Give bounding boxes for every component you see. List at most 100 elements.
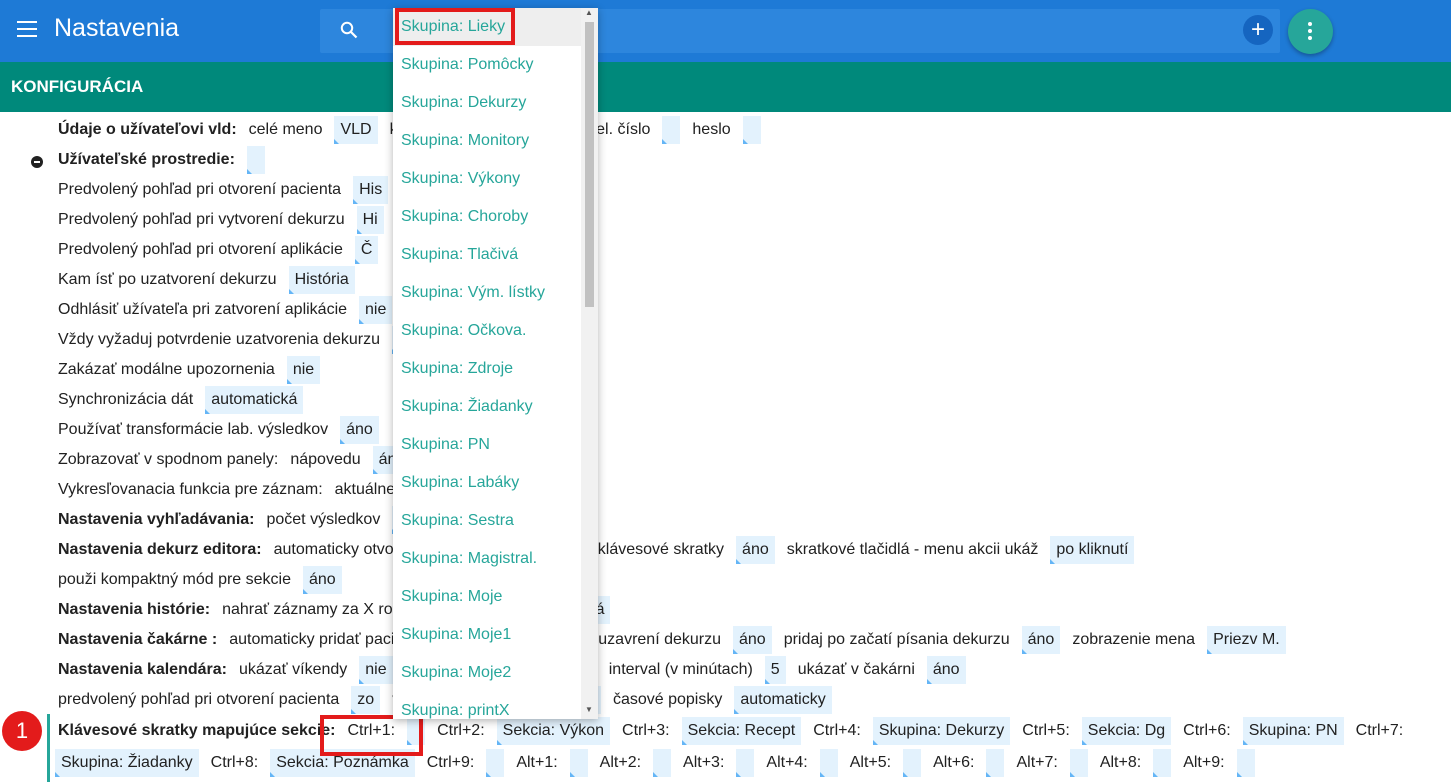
- settings-row: Odhlásiť užívateľa pri zatvorení aplikác…: [58, 295, 404, 325]
- step-badge: 1: [2, 711, 42, 751]
- setting-value[interactable]: Skupina: PN: [1242, 717, 1344, 745]
- setting-value[interactable]: [1236, 749, 1255, 777]
- dropdown-option[interactable]: Skupina: Výkony: [393, 160, 598, 198]
- setting-value[interactable]: His: [353, 176, 389, 204]
- setting-value[interactable]: automaticky: [734, 686, 832, 714]
- setting-value[interactable]: [569, 749, 588, 777]
- setting-label: Používať transformácie lab. výsledkov: [58, 421, 329, 438]
- setting-value[interactable]: [819, 749, 838, 777]
- setting-label: Alt+5:: [849, 754, 892, 771]
- setting-label: časové popisky: [612, 691, 723, 708]
- dropdown-option[interactable]: Skupina: Očkova.: [393, 312, 598, 350]
- setting-label: počet výsledkov: [266, 511, 381, 528]
- setting-label: automaticky otvor: [273, 541, 400, 558]
- setting-label: Vykresľovanacia funkcia pre záznam:: [58, 481, 323, 498]
- setting-label: Alt+7:: [1016, 754, 1058, 771]
- dropdown-option[interactable]: Skupina: Monitory: [393, 122, 598, 160]
- setting-value[interactable]: zo: [351, 686, 381, 714]
- setting-value[interactable]: [736, 749, 755, 777]
- setting-value[interactable]: [742, 116, 761, 144]
- dropdown-option[interactable]: Skupina: Moje: [393, 578, 598, 616]
- settings-row: Používať transformácie lab. výsledkov áno: [58, 415, 391, 445]
- setting-label: celé meno: [248, 121, 323, 138]
- setting-label: Alt+4:: [766, 754, 808, 771]
- more-vert-icon[interactable]: [1288, 9, 1333, 54]
- setting-label: Alt+9:: [1183, 754, 1225, 771]
- setting-value[interactable]: nie: [286, 356, 321, 384]
- settings-row: Zobrazovať v spodnom panely: nápovedu án: [58, 445, 414, 475]
- setting-value[interactable]: Hi: [356, 206, 384, 234]
- setting-label: Ctrl+8:: [210, 754, 259, 771]
- dropdown-option[interactable]: Skupina: Magistral.: [393, 540, 598, 578]
- setting-label: Predvolený pohľad pri vytvorení dekurzu: [58, 211, 345, 228]
- setting-value[interactable]: Skupina: Žiadanky: [55, 749, 199, 777]
- setting-value[interactable]: [1069, 749, 1088, 777]
- highlight-box-selected: [395, 8, 515, 45]
- setting-value[interactable]: Priezv M.: [1207, 626, 1286, 654]
- dropdown-option[interactable]: Skupina: Dekurzy: [393, 84, 598, 122]
- setting-value[interactable]: áno: [340, 416, 379, 444]
- menu-icon[interactable]: [17, 21, 37, 37]
- dropdown-option[interactable]: Skupina: Vým. lístky: [393, 274, 598, 312]
- section-title: KONFIGURÁCIA: [11, 77, 144, 96]
- setting-value[interactable]: [246, 146, 265, 174]
- setting-label: Predvolený pohľad pri otvorení aplikácie: [58, 241, 343, 258]
- setting-value[interactable]: Skupina: Dekurzy: [872, 717, 1011, 745]
- setting-label: Vždy vyžaduj potvrdenie uzatvorenia deku…: [58, 331, 380, 348]
- dropdown-option[interactable]: Skupina: Zdroje: [393, 350, 598, 388]
- dropdown-option[interactable]: Skupina: Žiadanky: [393, 388, 598, 426]
- plus-icon[interactable]: +: [1243, 15, 1273, 45]
- setting-value[interactable]: áno: [1021, 626, 1061, 654]
- setting-label: tel. číslo: [591, 121, 651, 138]
- setting-value[interactable]: áno: [926, 656, 966, 684]
- scroll-up-icon[interactable]: ▲: [585, 8, 593, 17]
- setting-value[interactable]: nie: [359, 656, 393, 684]
- setting-value[interactable]: 5: [764, 656, 786, 684]
- setting-value[interactable]: [903, 749, 922, 777]
- setting-value[interactable]: áno: [303, 566, 342, 594]
- group-label: Nastavenia histórie:: [58, 601, 211, 618]
- setting-label: Ctrl+9:: [426, 754, 475, 771]
- dropdown-option[interactable]: Skupina: Pomôcky: [393, 46, 598, 84]
- dropdown-option[interactable]: Skupina: Moje1: [393, 616, 598, 654]
- setting-value[interactable]: [986, 749, 1005, 777]
- group-label: Užívateľské prostredie:: [58, 151, 235, 168]
- settings-row: Predvolený pohľad pri otvorení aplikácie…: [58, 235, 390, 265]
- dropdown-option[interactable]: Skupina: Labáky: [393, 464, 598, 502]
- setting-value[interactable]: História: [288, 266, 355, 294]
- setting-value[interactable]: [653, 749, 672, 777]
- group-label: Nastavenia dekurz editora:: [58, 541, 262, 558]
- setting-label: Odhlásiť užívateľa pri zatvorení aplikác…: [58, 301, 348, 318]
- dropdown-option[interactable]: Skupina: PN: [393, 426, 598, 464]
- dropdown-option[interactable]: Skupina: Tlačivá: [393, 236, 598, 274]
- dropdown-scrollbar[interactable]: ▲ ▼: [581, 8, 598, 719]
- group-label: Údaje o užívateľovi vld:: [58, 121, 237, 138]
- collapse-icon[interactable]: [31, 156, 43, 168]
- dropdown-option[interactable]: Skupina: Moje2: [393, 654, 598, 692]
- settings-row: Kam ísť po uzatvorení dekurzu História: [58, 265, 367, 295]
- search-icon[interactable]: [340, 21, 358, 39]
- setting-value[interactable]: [486, 749, 505, 777]
- setting-value[interactable]: áno: [733, 626, 772, 654]
- setting-value[interactable]: Sekcia: Recept: [681, 717, 802, 745]
- setting-value[interactable]: Sekcia: Výkon: [496, 717, 611, 745]
- dropdown-option[interactable]: Skupina: printX: [393, 692, 598, 719]
- setting-value[interactable]: po kliknutí: [1050, 536, 1135, 564]
- setting-value[interactable]: áno: [736, 536, 775, 564]
- setting-label: zobrazenie mena: [1072, 631, 1196, 648]
- setting-value[interactable]: Č: [354, 236, 379, 264]
- setting-value[interactable]: VLD: [334, 116, 378, 144]
- group-label: Klávesové skratky mapujúce sekcie:: [58, 722, 336, 739]
- setting-value[interactable]: [662, 116, 681, 144]
- setting-label: Kam ísť po uzatvorení dekurzu: [58, 271, 277, 288]
- scroll-thumb[interactable]: [585, 22, 594, 307]
- dropdown-option[interactable]: Skupina: Choroby: [393, 198, 598, 236]
- setting-value[interactable]: Sekcia: Dg: [1081, 717, 1172, 745]
- setting-value[interactable]: automatická: [205, 386, 304, 414]
- section-dropdown[interactable]: Skupina: Lieky Skupina: Pomôcky Skupina: D…: [393, 8, 598, 719]
- scroll-down-icon[interactable]: ▼: [585, 705, 593, 714]
- setting-value[interactable]: nie: [359, 296, 393, 324]
- setting-value[interactable]: [1153, 749, 1172, 777]
- setting-label: nahrať záznamy za X roko: [222, 601, 410, 618]
- dropdown-option[interactable]: Skupina: Sestra: [393, 502, 598, 540]
